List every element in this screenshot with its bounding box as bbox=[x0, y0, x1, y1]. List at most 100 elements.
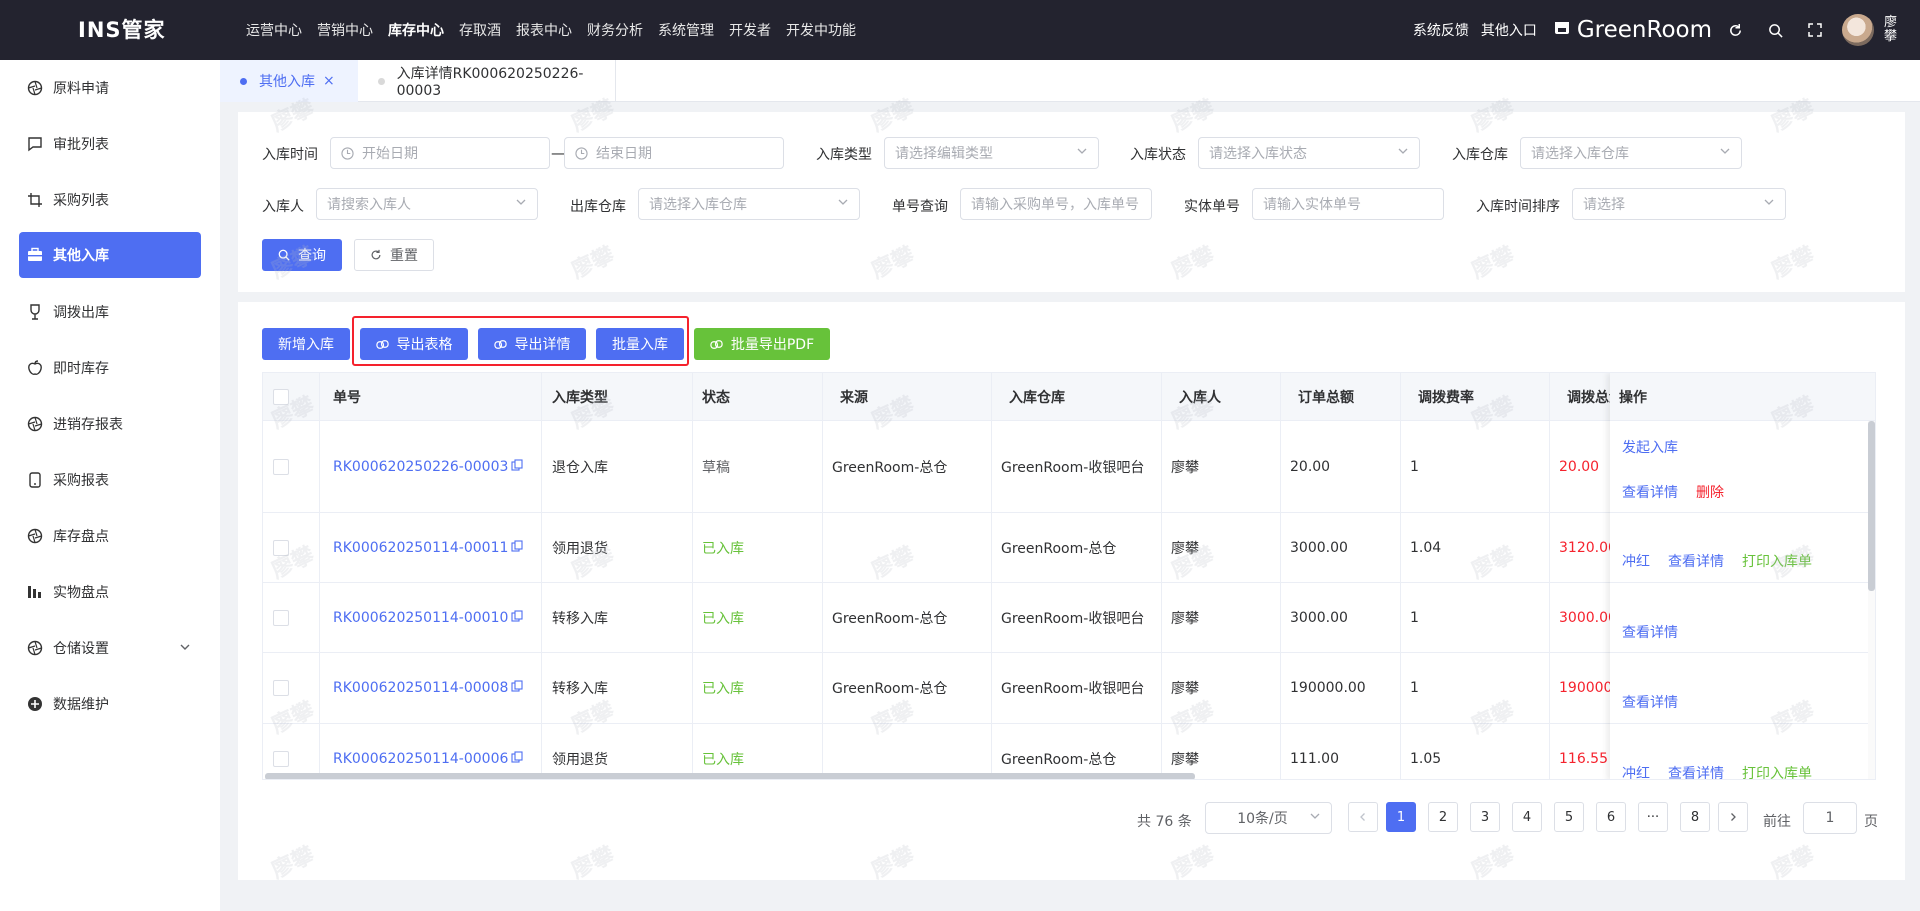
order-no-link[interactable]: RK000620250114-00006 bbox=[324, 724, 523, 779]
view-detail-link[interactable]: 查看详情 bbox=[1668, 763, 1724, 779]
delete-link[interactable]: 删除 bbox=[1696, 482, 1724, 502]
reverse-link[interactable]: 冲红 bbox=[1622, 763, 1650, 779]
nav-inventory[interactable]: 库存中心 bbox=[388, 20, 444, 40]
tab-inbound-detail[interactable]: 入库详情RK000620250226-00003 bbox=[358, 60, 616, 102]
start-date-input[interactable]: 开始日期 bbox=[330, 137, 550, 169]
copy-icon[interactable] bbox=[511, 751, 523, 767]
in-warehouse-select[interactable]: 请选择入库仓库 bbox=[1520, 137, 1742, 169]
page-8[interactable]: 8 bbox=[1680, 802, 1710, 832]
sidebar-item-material-request[interactable]: 原料申请 bbox=[19, 65, 201, 111]
sidebar-item-instant-stock[interactable]: 即时库存 bbox=[19, 345, 201, 391]
view-detail-link[interactable]: 查看详情 bbox=[1622, 622, 1678, 642]
row-checkbox[interactable] bbox=[273, 751, 289, 767]
copy-icon[interactable] bbox=[511, 609, 523, 626]
copy-icon[interactable] bbox=[511, 458, 523, 475]
vertical-scroll-thumb[interactable] bbox=[1868, 421, 1875, 591]
cell-person: 廖攀 bbox=[1171, 459, 1199, 476]
order-query-input[interactable]: 请输入采购单号，入库单号 bbox=[960, 188, 1152, 220]
page-1[interactable]: 1 bbox=[1386, 802, 1416, 832]
view-detail-link[interactable]: 查看详情 bbox=[1622, 692, 1678, 712]
batch-export-pdf-button[interactable]: 批量导出PDF bbox=[694, 328, 830, 360]
start-inbound-link[interactable]: 发起入库 bbox=[1622, 437, 1678, 457]
sidebar-item-inventory-report[interactable]: 进销存报表 bbox=[19, 401, 201, 447]
in-type-select[interactable]: 请选择编辑类型 bbox=[884, 137, 1099, 169]
select-all-checkbox[interactable] bbox=[273, 388, 289, 405]
nav-developer[interactable]: 开发者 bbox=[729, 20, 771, 40]
cell-total: 190000.00 bbox=[1290, 680, 1366, 696]
sidebar-item-data-maintenance[interactable]: 数据维护 bbox=[19, 681, 201, 727]
end-date-input[interactable]: 结束日期 bbox=[564, 137, 784, 169]
sidebar-item-physical-count[interactable]: 实物盘点 bbox=[19, 569, 201, 615]
copy-icon[interactable] bbox=[511, 539, 523, 556]
order-no-link[interactable]: RK000620250114-00010 bbox=[324, 583, 523, 652]
header-no: 单号 bbox=[324, 373, 504, 421]
page-4[interactable]: 4 bbox=[1512, 802, 1542, 832]
other-entry-link[interactable]: 其他入口 bbox=[1481, 20, 1537, 40]
sidebar-item-approval-list[interactable]: 审批列表 bbox=[19, 121, 201, 167]
cell-source bbox=[823, 513, 832, 582]
time-sort-select[interactable]: 请选择 bbox=[1572, 188, 1786, 220]
page-size-select[interactable]: 10条/页 bbox=[1205, 802, 1332, 834]
page-3[interactable]: 3 bbox=[1470, 802, 1500, 832]
sidebar-item-purchase-report[interactable]: 采购报表 bbox=[19, 457, 201, 503]
nav-finance[interactable]: 财务分析 bbox=[587, 20, 643, 40]
out-warehouse-select[interactable]: 请选择入库仓库 bbox=[638, 188, 860, 220]
avatar[interactable] bbox=[1842, 14, 1874, 46]
sidebar-item-storage-settings[interactable]: 仓储设置 bbox=[19, 625, 201, 671]
col-divider bbox=[541, 373, 542, 779]
search-icon[interactable] bbox=[1766, 21, 1784, 39]
row-checkbox[interactable] bbox=[273, 680, 289, 696]
message-icon bbox=[27, 136, 43, 152]
entity-no-input[interactable]: 请输入实体单号 bbox=[1252, 188, 1444, 220]
sidebar-label: 仓储设置 bbox=[53, 641, 109, 657]
store-switcher[interactable]: GreenRoom bbox=[1553, 17, 1712, 43]
order-no-link[interactable]: RK000620250114-00011 bbox=[324, 513, 523, 582]
tab-close-icon[interactable]: × bbox=[323, 73, 335, 89]
in-status-select[interactable]: 请选择入库状态 bbox=[1198, 137, 1420, 169]
prev-page-button[interactable] bbox=[1348, 802, 1378, 832]
nav-ops[interactable]: 运营中心 bbox=[246, 20, 302, 40]
in-person-select[interactable]: 请搜索入库人 bbox=[316, 188, 538, 220]
nav-marketing[interactable]: 营销中心 bbox=[317, 20, 373, 40]
goto-page-input[interactable]: 1 bbox=[1803, 802, 1857, 834]
highlight-box bbox=[352, 316, 689, 366]
vertical-scrollbar[interactable] bbox=[1868, 421, 1875, 779]
row-checkbox[interactable] bbox=[273, 458, 289, 475]
row-checkbox[interactable] bbox=[273, 539, 289, 556]
nav-system[interactable]: 系统管理 bbox=[658, 20, 714, 40]
page-2[interactable]: 2 bbox=[1428, 802, 1458, 832]
reverse-link[interactable]: 冲红 bbox=[1622, 551, 1650, 571]
horizontal-scroll-thumb[interactable] bbox=[265, 773, 1195, 779]
sidebar-item-other-inbound[interactable]: 其他入库 bbox=[19, 232, 201, 278]
horizontal-scrollbar[interactable] bbox=[263, 773, 1610, 779]
sidebar-label: 采购报表 bbox=[53, 473, 109, 489]
print-inbound-link[interactable]: 打印入库单 bbox=[1742, 763, 1812, 779]
next-page-button[interactable] bbox=[1718, 802, 1748, 832]
sidebar-item-transfer-out[interactable]: 调拨出库 bbox=[19, 289, 201, 335]
nav-dev-features[interactable]: 开发中功能 bbox=[786, 20, 856, 40]
row-checkbox[interactable] bbox=[273, 609, 289, 626]
header-person: 入库人 bbox=[1170, 373, 1270, 421]
query-button[interactable]: 查询 bbox=[262, 239, 342, 271]
order-no-link[interactable]: RK000620250114-00008 bbox=[324, 653, 523, 723]
sidebar-item-stocktaking[interactable]: 库存盘点 bbox=[19, 513, 201, 559]
copy-icon[interactable] bbox=[511, 680, 523, 696]
refresh-icon[interactable] bbox=[1726, 21, 1744, 39]
page-6[interactable]: 6 bbox=[1596, 802, 1626, 832]
new-inbound-button[interactable]: 新增入库 bbox=[262, 328, 350, 360]
view-detail-link[interactable]: 查看详情 bbox=[1668, 551, 1724, 571]
cell-status: 已入库 bbox=[702, 610, 744, 627]
view-detail-link[interactable]: 查看详情 bbox=[1622, 482, 1678, 502]
print-inbound-link[interactable]: 打印入库单 bbox=[1742, 551, 1812, 571]
page-5[interactable]: 5 bbox=[1554, 802, 1584, 832]
sidebar-item-purchase-list[interactable]: 采购列表 bbox=[19, 177, 201, 223]
feedback-link[interactable]: 系统反馈 bbox=[1413, 20, 1469, 40]
nav-wine-storage[interactable]: 存取酒 bbox=[459, 20, 501, 40]
nav-reports[interactable]: 报表中心 bbox=[516, 20, 572, 40]
page-more[interactable]: ··· bbox=[1638, 802, 1668, 832]
reset-button[interactable]: 重置 bbox=[354, 239, 434, 271]
user-name[interactable]: 廖攀 bbox=[1884, 16, 1898, 44]
tab-other-inbound[interactable]: 其他入库 × bbox=[220, 60, 358, 102]
order-no-link[interactable]: RK000620250226-00003 bbox=[324, 421, 523, 512]
fullscreen-icon[interactable] bbox=[1806, 21, 1824, 39]
